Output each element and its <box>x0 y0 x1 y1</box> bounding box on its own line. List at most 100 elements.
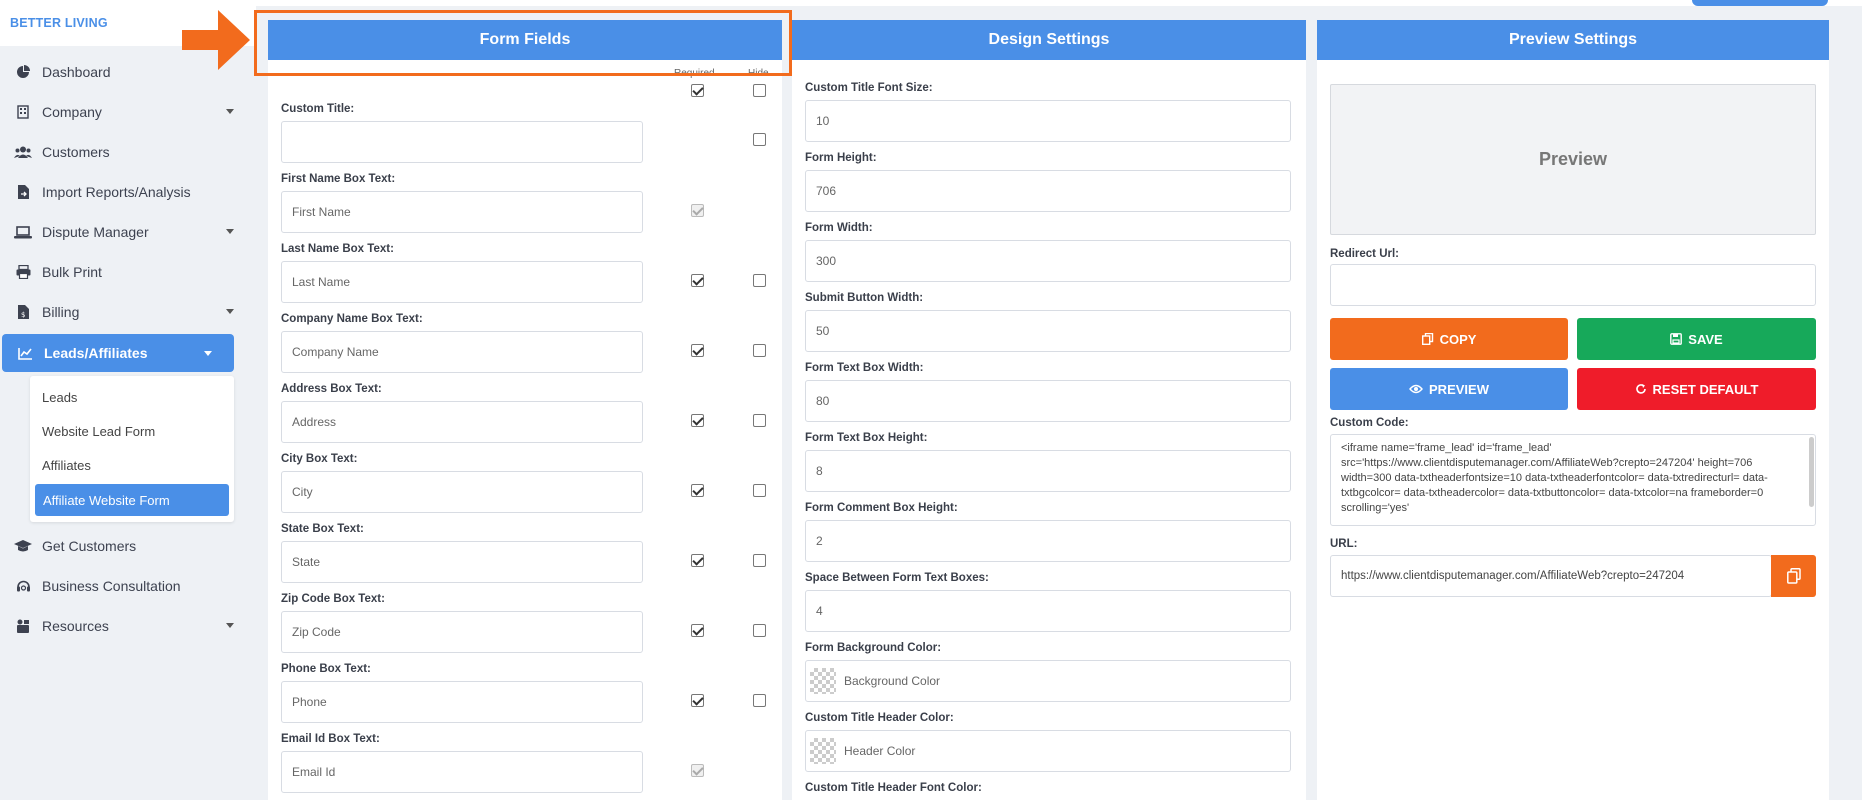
design-setting-value: 8 <box>816 464 823 478</box>
headset-icon <box>14 577 32 595</box>
sidebar-item-business-consultation[interactable]: Business Consultation <box>0 566 256 606</box>
annotation-arrow-icon <box>182 10 250 70</box>
preview-settings-title: Preview Settings <box>1317 20 1829 60</box>
hide-checkbox[interactable] <box>753 624 766 637</box>
sidebar-item-bulk-print[interactable]: Bulk Print <box>0 252 256 292</box>
copy-button-label: COPY <box>1439 331 1477 347</box>
design-setting-input[interactable]: 300 <box>805 240 1291 282</box>
resources-icon <box>14 617 32 635</box>
required-checkbox <box>691 204 704 217</box>
color-swatch-icon[interactable] <box>810 668 836 694</box>
required-checkbox[interactable] <box>691 414 704 427</box>
design-setting-input[interactable]: 2 <box>805 520 1291 562</box>
sidebar-item-label: Company <box>42 104 102 120</box>
form-field-label: Zip Code Box Text: <box>281 593 385 605</box>
sidebar-item-import-reports-analysis[interactable]: Import Reports/Analysis <box>0 172 256 212</box>
hide-checkbox[interactable] <box>753 133 766 146</box>
chevron-down-icon <box>226 623 234 628</box>
hide-checkbox[interactable] <box>753 694 766 707</box>
form-field-label: Email Id Box Text: <box>281 733 380 745</box>
url-input[interactable]: https://www.clientdisputemanager.com/Aff… <box>1330 555 1772 597</box>
design-setting-input[interactable]: Header Color <box>805 730 1291 772</box>
design-setting-value: 10 <box>816 114 830 128</box>
form-field-label: Custom Title: <box>281 103 355 115</box>
copy-icon <box>1786 568 1801 584</box>
redirect-url-input[interactable] <box>1330 264 1816 306</box>
design-setting-label: Custom Title Header Color: <box>805 712 954 724</box>
required-checkbox[interactable] <box>691 694 704 707</box>
form-field-input[interactable]: Email Id <box>281 751 643 793</box>
billing-icon: $ <box>14 303 32 321</box>
sidebar-item-resources[interactable]: Resources <box>0 606 256 646</box>
sidebar-item-dispute-manager[interactable]: Dispute Manager <box>0 212 256 252</box>
sidebar-item-label: Dispute Manager <box>42 224 149 240</box>
submenu-item-affiliates[interactable]: Affiliates <box>30 448 234 482</box>
design-setting-input[interactable]: 4 <box>805 590 1291 632</box>
design-setting-input[interactable]: 8 <box>805 450 1291 492</box>
url-label: URL: <box>1330 538 1358 550</box>
form-field-input[interactable]: Company Name <box>281 331 643 373</box>
sidebar: BETTER LIVING Dashboard Company Customers I… <box>0 0 256 800</box>
design-setting-input[interactable]: 10 <box>805 100 1291 142</box>
custom-code-scrollbar[interactable] <box>1809 437 1814 507</box>
hide-checkbox[interactable] <box>753 344 766 357</box>
required-checkbox[interactable] <box>691 484 704 497</box>
printer-icon <box>14 263 32 281</box>
design-setting-input[interactable]: 50 <box>805 310 1291 352</box>
required-checkbox[interactable] <box>691 624 704 637</box>
custom-code-textarea[interactable]: <iframe name='frame_lead' id='frame_lead… <box>1330 434 1816 526</box>
chevron-down-icon <box>226 229 234 234</box>
design-setting-value: 300 <box>816 254 837 268</box>
design-setting-input[interactable]: Background Color <box>805 660 1291 702</box>
refresh-icon <box>1635 384 1646 394</box>
hide-checkbox[interactable] <box>753 84 766 97</box>
graduation-cap-icon <box>14 537 32 555</box>
submenu-item-website-lead-form[interactable]: Website Lead Form <box>30 414 234 448</box>
sidebar-item-get-customers[interactable]: Get Customers <box>0 526 256 566</box>
hide-checkbox[interactable] <box>753 484 766 497</box>
save-button[interactable]: SAVE <box>1577 318 1816 360</box>
sidebar-item-leads-affiliates[interactable]: Leads/Affiliates <box>2 334 234 372</box>
required-checkbox[interactable] <box>691 344 704 357</box>
design-setting-input[interactable]: 80 <box>805 380 1291 422</box>
form-field-input[interactable]: Address <box>281 401 643 443</box>
submenu-item-affiliate-website-form[interactable]: Affiliate Website Form <box>35 484 229 516</box>
design-setting-value: 80 <box>816 394 830 408</box>
design-setting-label: Form Background Color: <box>805 642 942 654</box>
sidebar-item-label: Import Reports/Analysis <box>42 184 191 200</box>
form-field-input[interactable]: Zip Code <box>281 611 643 653</box>
chevron-down-icon <box>204 351 212 356</box>
color-swatch-icon[interactable] <box>810 738 836 764</box>
design-setting-label: Submit Button Width: <box>805 292 924 304</box>
required-checkbox[interactable] <box>691 84 704 97</box>
form-field-input[interactable]: City <box>281 471 643 513</box>
form-field-input[interactable] <box>281 121 643 163</box>
reset-default-button[interactable]: RESET DEFAULT <box>1577 368 1816 410</box>
preview-placeholder-text: Preview <box>1538 149 1608 169</box>
preview-button[interactable]: PREVIEW <box>1330 368 1568 410</box>
sidebar-item-billing[interactable]: $ Billing <box>0 292 256 332</box>
hide-checkbox[interactable] <box>753 554 766 567</box>
copy-button[interactable]: COPY <box>1330 318 1568 360</box>
design-setting-input[interactable]: 706 <box>805 170 1291 212</box>
design-setting-label: Space Between Form Text Boxes: <box>805 572 989 584</box>
sidebar-item-label: Bulk Print <box>42 264 102 280</box>
form-field-input[interactable]: Last Name <box>281 261 643 303</box>
copy-url-button[interactable] <box>1771 555 1816 597</box>
required-checkbox[interactable] <box>691 274 704 287</box>
sidebar-item-customers[interactable]: Customers <box>0 132 256 172</box>
hide-checkbox[interactable] <box>753 414 766 427</box>
form-field-input[interactable]: First Name <box>281 191 643 233</box>
sidebar-item-company[interactable]: Company <box>0 92 256 132</box>
pie-chart-icon <box>14 63 32 81</box>
design-setting-value: Background Color <box>844 674 941 688</box>
required-checkbox[interactable] <box>691 554 704 567</box>
form-field-input[interactable]: State <box>281 541 643 583</box>
top-user-pill[interactable] <box>1692 0 1828 6</box>
save-icon <box>1670 333 1683 345</box>
chart-line-icon <box>16 344 34 362</box>
form-field-input[interactable]: Phone <box>281 681 643 723</box>
hide-checkbox[interactable] <box>753 274 766 287</box>
submenu-item-leads[interactable]: Leads <box>30 380 234 414</box>
reset-default-button-label: RESET DEFAULT <box>1652 381 1759 397</box>
